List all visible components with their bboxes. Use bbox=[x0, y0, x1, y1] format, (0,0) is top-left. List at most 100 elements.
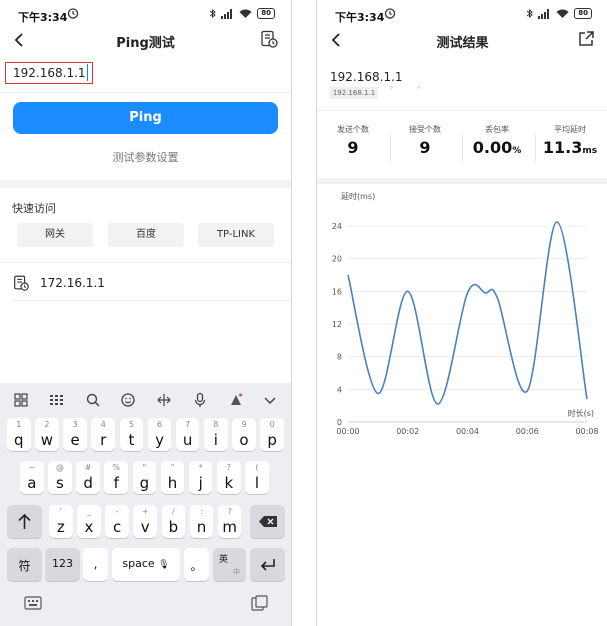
key-y[interactable]: 6y bbox=[147, 418, 172, 451]
test-result-screen: 下午3:34 80 测试结果 192.168.1.1 192.168.1.1 ˚… bbox=[316, 0, 607, 626]
key-h[interactable]: " h bbox=[160, 461, 185, 494]
ip-address-input[interactable] bbox=[5, 62, 93, 84]
stat-separator bbox=[462, 135, 463, 161]
latency-chart: 延时(ms) 0 4 8 12 16 20 24 00:00 00:02 00:04 00:06 00:… bbox=[317, 186, 607, 446]
history-record-icon bbox=[14, 275, 29, 291]
section-separator bbox=[317, 178, 607, 184]
test-params-link[interactable]: 测试参数设置 bbox=[0, 149, 291, 165]
key-x[interactable]: _ x bbox=[77, 505, 101, 538]
y-tick-label: 16 bbox=[332, 287, 342, 296]
wifi-icon bbox=[239, 9, 252, 18]
skin-theme-icon[interactable] bbox=[228, 392, 244, 408]
cursor-move-icon[interactable] bbox=[156, 392, 172, 408]
stat-separator bbox=[390, 135, 391, 161]
shift-key[interactable] bbox=[7, 505, 42, 538]
key-t[interactable]: 5t bbox=[119, 418, 144, 451]
x-tick-label: 00:06 bbox=[516, 427, 539, 436]
key-q[interactable]: 1q bbox=[7, 418, 31, 451]
key-w[interactable]: 2w bbox=[35, 418, 59, 451]
emoji-icon[interactable] bbox=[120, 392, 136, 408]
key-l[interactable]: (l bbox=[245, 461, 269, 494]
y-axis-label: 延时(ms) bbox=[341, 191, 375, 201]
battery-icon: 80 bbox=[574, 8, 592, 19]
key-k[interactable]: ? k bbox=[217, 461, 241, 494]
history-item[interactable]: 172.16.1.1 bbox=[12, 272, 105, 294]
comma-key[interactable]: , bbox=[83, 548, 108, 581]
y-tick-label: 12 bbox=[332, 320, 342, 329]
space-label: space 🎙 bbox=[122, 557, 170, 570]
signal-icon bbox=[221, 8, 233, 19]
loading-indicator: ˚ ˚ bbox=[389, 87, 431, 97]
text-cursor bbox=[87, 64, 88, 81]
history-icon[interactable] bbox=[259, 29, 279, 49]
stat-packet-loss: 丢包率 0.00% bbox=[472, 125, 522, 157]
x-tick-label: 00:00 bbox=[336, 427, 359, 436]
key-e[interactable]: 3e bbox=[63, 418, 87, 451]
keyboard-switch-icon[interactable] bbox=[24, 596, 42, 610]
number-key[interactable]: 123 bbox=[45, 548, 80, 581]
backspace-icon bbox=[259, 516, 277, 527]
collapse-keyboard-icon[interactable] bbox=[262, 392, 278, 408]
share-export-icon[interactable] bbox=[576, 29, 596, 49]
latency-chart-svg: 延时(ms) 0 4 8 12 16 20 24 00:00 00:02 00:04 00:06 00:… bbox=[332, 191, 599, 436]
quick-access-title: 快速访问 bbox=[12, 202, 56, 215]
period-key[interactable]: 。 bbox=[184, 548, 209, 581]
space-key[interactable]: space 🎙 bbox=[112, 548, 180, 581]
key-r[interactable]: 4r bbox=[91, 418, 116, 451]
search-icon[interactable] bbox=[85, 392, 101, 408]
key-d[interactable]: # d bbox=[76, 461, 100, 494]
signal-icon bbox=[538, 8, 550, 19]
key-p[interactable]: 0p bbox=[260, 418, 284, 451]
y-tick-label: 4 bbox=[337, 385, 342, 394]
key-s[interactable]: @ s bbox=[48, 461, 72, 494]
symbol-key[interactable]: 符 bbox=[7, 548, 42, 581]
ping-test-screen: 下午3:34 80 Ping测试 Ping 测试参数设置 快速访问 网关 百度 … bbox=[0, 0, 292, 626]
language-switch-key[interactable]: 英 中 bbox=[213, 548, 246, 581]
clipboard-icon[interactable] bbox=[251, 595, 268, 611]
y-tick-label: 8 bbox=[337, 353, 342, 362]
key-v[interactable]: + v bbox=[133, 505, 158, 538]
quick-gateway-button[interactable]: 网关 bbox=[17, 223, 93, 247]
key-i[interactable]: 8i bbox=[204, 418, 228, 451]
space-mic-icon: 🎙 bbox=[158, 560, 170, 570]
stat-avg-latency: 平均延时 11.3ms bbox=[542, 125, 598, 157]
key-c[interactable]: -c bbox=[105, 505, 129, 538]
key-m[interactable]: ? m bbox=[217, 505, 242, 538]
status-bar: 下午3:34 80 bbox=[317, 0, 607, 28]
key-n[interactable]: :n bbox=[189, 505, 214, 538]
result-divider bbox=[317, 110, 607, 111]
microphone-icon[interactable] bbox=[192, 392, 208, 408]
key-u[interactable]: 7u bbox=[175, 418, 200, 451]
header: Ping测试 bbox=[0, 28, 291, 54]
keyboard-bottom-bar bbox=[0, 593, 291, 623]
bluetooth-icon bbox=[526, 8, 534, 19]
key-a[interactable]: ~ a bbox=[20, 461, 44, 494]
backspace-key[interactable] bbox=[250, 505, 285, 538]
grid-apps-icon[interactable] bbox=[13, 392, 29, 408]
key-o[interactable]: 9o bbox=[232, 418, 256, 451]
stat-sent: 发送个数 9 bbox=[337, 125, 369, 157]
ping-button[interactable]: Ping bbox=[13, 102, 278, 134]
bluetooth-icon bbox=[209, 8, 217, 19]
key-f[interactable]: % f bbox=[104, 461, 129, 494]
input-divider bbox=[0, 92, 291, 93]
x-tick-label: 00:04 bbox=[456, 427, 479, 436]
battery-icon: 80 bbox=[257, 8, 275, 19]
quick-baidu-button[interactable]: 百度 bbox=[108, 223, 184, 247]
key-g[interactable]: " g bbox=[132, 461, 157, 494]
key-b[interactable]: / b bbox=[161, 505, 186, 538]
result-ip: 192.168.1.1 bbox=[330, 70, 403, 84]
history-item-label: 172.16.1.1 bbox=[40, 276, 105, 290]
status-time: 下午3:34 bbox=[18, 11, 68, 24]
latency-series-line-0 bbox=[347, 221, 588, 405]
y-tick-label: 20 bbox=[332, 255, 342, 264]
shift-arrow-icon bbox=[18, 513, 31, 529]
quick-divider bbox=[0, 262, 291, 263]
quick-tplink-button[interactable]: TP-LINK bbox=[198, 223, 274, 247]
enter-key[interactable] bbox=[250, 548, 285, 581]
page-title: Ping测试 bbox=[116, 36, 175, 51]
y-tick-label: 24 bbox=[332, 222, 342, 231]
key-z[interactable]: ' z bbox=[49, 505, 73, 538]
keyboard-layout-icon[interactable] bbox=[49, 392, 65, 408]
key-j[interactable]: * j bbox=[188, 461, 213, 494]
